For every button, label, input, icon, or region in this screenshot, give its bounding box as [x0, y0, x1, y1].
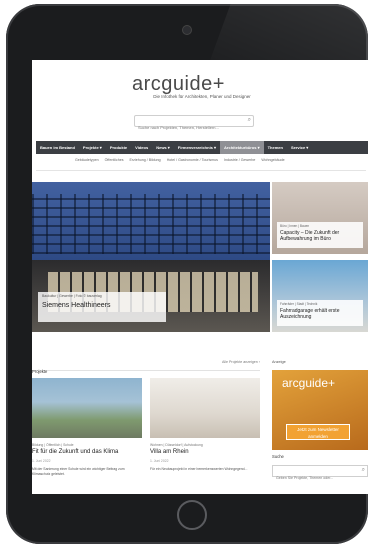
- side-teaser-tags: Fahrräder | Stadt | Technik: [280, 302, 318, 306]
- nav-item-videos[interactable]: Videos: [131, 145, 152, 150]
- nav-item-news[interactable]: News ▾: [152, 145, 174, 150]
- nav-item-firmenverzeichnis[interactable]: Firmenverzeichnis ▾: [174, 145, 220, 150]
- project-tags: Wohnen | Düsseldorf | Aufstockung: [150, 443, 203, 447]
- site-logo[interactable]: arcguide+: [132, 73, 225, 96]
- project-card[interactable]: Bildung | Öffentlich | Schule Fit für di…: [32, 378, 142, 494]
- nav-item-service[interactable]: Service ▾: [287, 145, 312, 150]
- ad-label: Anzeige: [272, 360, 286, 364]
- search-icon[interactable]: ⌕: [248, 117, 251, 124]
- hero-facade: [32, 194, 270, 254]
- hero-tags: Baukultur | Gewerbe | Foto © bauverlag: [42, 294, 102, 298]
- front-camera-icon: [183, 26, 191, 34]
- project-date: 1. Juni 2022: [32, 459, 51, 463]
- side-teaser-fahrradgarage[interactable]: Fahrräder | Stadt | Technik Fahrradgarag…: [272, 260, 368, 332]
- side-teaser-caption: Fahrräder | Stadt | Technik Fahrradgarag…: [277, 300, 363, 326]
- hero-caption: Baukultur | Gewerbe | Foto © bauverlag S…: [38, 292, 166, 322]
- hero-title[interactable]: Siemens Healthineers: [42, 302, 162, 309]
- sidebar-search-label: Suche: [272, 454, 284, 459]
- nav-item-projekte[interactable]: Projekte ▾: [79, 145, 106, 150]
- side-teaser-capacity[interactable]: Büro | Innen | Bauen Capacity – Die Zuku…: [272, 182, 368, 254]
- side-teaser-title[interactable]: Fahrradgarage erhält erste Auszeichnung: [280, 308, 360, 320]
- subnav-item[interactable]: Erziehung / Bildung: [127, 158, 164, 166]
- subnav-item[interactable]: Industrie / Gewerbe: [221, 158, 258, 166]
- sub-navigation: Gebäudetypen Öffentliches Erziehung / Bi…: [72, 158, 362, 166]
- project-title[interactable]: Villa am Rhein: [150, 449, 260, 455]
- ad-logo: arcguide+: [282, 376, 336, 390]
- nav-item-bauen-im-bestand[interactable]: Bauen im Bestand: [36, 145, 79, 150]
- search-input[interactable]: [135, 122, 241, 133]
- nav-item-produkte[interactable]: Produkte: [106, 145, 131, 150]
- all-projects-link[interactable]: Alle Projekte anzeigen ›: [222, 360, 260, 364]
- site-header: arcguide+ Die Infothek für Architekten, …: [32, 60, 368, 110]
- newsletter-signup-button[interactable]: Jetzt zum Newsletter anmelden: [286, 424, 350, 440]
- projects-heading: Projekte: [32, 369, 48, 374]
- browser-viewport: arcguide+ Die Infothek für Architekten, …: [32, 60, 368, 494]
- home-button[interactable]: [177, 500, 207, 530]
- divider: [36, 170, 366, 171]
- subnav-item[interactable]: Gebäudetypen: [72, 158, 102, 166]
- side-teaser-tags: Büro | Innen | Bauen: [280, 224, 310, 228]
- tablet-frame: arcguide+ Die Infothek für Architekten, …: [6, 4, 368, 544]
- main-navigation: Bauen im Bestand Projekte ▾ Produkte Vid…: [36, 141, 368, 154]
- header-search: ⌕: [134, 115, 254, 133]
- project-card[interactable]: Wohnen | Düsseldorf | Aufstockung Villa …: [150, 378, 260, 494]
- nav-item-architekturbueros[interactable]: Architekturbüros ▾: [220, 141, 264, 154]
- project-image[interactable]: [32, 378, 142, 438]
- project-tags: Bildung | Öffentlich | Schule: [32, 443, 74, 447]
- sidebar-search-input[interactable]: [273, 473, 359, 483]
- project-teaser: Für ein Neubauprojekt in einer bemerkens…: [150, 467, 248, 471]
- hero-teaser[interactable]: Baukultur | Gewerbe | Foto © bauverlag S…: [32, 182, 270, 332]
- projects-section-header: Projekte Alle Projekte anzeigen ›: [32, 360, 260, 374]
- subnav-item[interactable]: Öffentliches: [102, 158, 127, 166]
- side-teaser-caption: Büro | Innen | Bauen Capacity – Die Zuku…: [277, 222, 363, 248]
- subnav-item[interactable]: Hotel / Gastronomie / Tourismus: [164, 158, 221, 166]
- sidebar-search: ⌕: [272, 465, 368, 483]
- side-teaser-title[interactable]: Capacity – Die Zukunft der Aufbewahrung …: [280, 230, 360, 242]
- site-tagline: Die Infothek für Architekten, Planer und…: [153, 94, 251, 99]
- nav-item-themen[interactable]: Themen: [264, 145, 287, 150]
- search-icon[interactable]: ⌕: [362, 467, 365, 474]
- project-date: 1. Juni 2022: [150, 459, 169, 463]
- subnav-item[interactable]: Wohngebäude: [258, 158, 287, 166]
- project-image[interactable]: [150, 378, 260, 438]
- project-title[interactable]: Fit für die Zukunft und das Klima: [32, 449, 142, 455]
- newsletter-ad[interactable]: arcguide+ Jetzt zum Newsletter anmelden: [272, 370, 368, 450]
- project-teaser: Mit der Sanierung einer Schule wird ein …: [32, 467, 125, 476]
